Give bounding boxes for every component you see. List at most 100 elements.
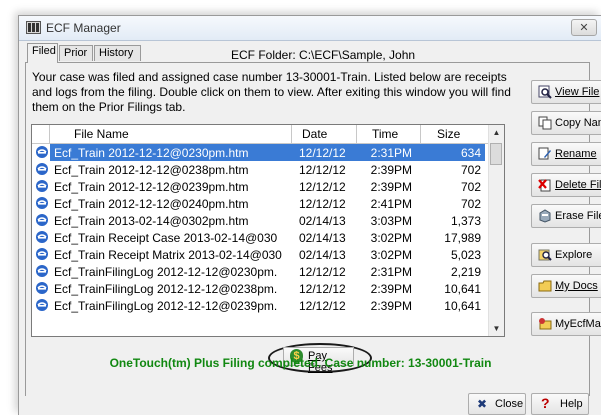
my-ecfmail-button[interactable]: MyEcfMail xyxy=(531,312,601,336)
help-label: Help xyxy=(560,398,583,410)
cell-time: 2:31PM xyxy=(370,145,412,160)
explore-button[interactable]: Explore xyxy=(531,243,601,267)
cell-time: 2:39PM xyxy=(370,162,412,177)
close-button[interactable]: ✖ Close xyxy=(468,393,526,415)
close-icon: ✖ xyxy=(477,397,488,411)
erase-files-button[interactable]: Erase Files xyxy=(531,204,601,228)
cell-time: 3:02PM xyxy=(370,247,412,262)
title-bar[interactable]: ECF Manager ✕ xyxy=(19,16,601,41)
ie-file-icon xyxy=(32,246,50,263)
scroll-thumb[interactable] xyxy=(490,143,502,165)
status-message: OneTouch(tm) Plus Filing completed. Case… xyxy=(109,356,492,370)
filings-list[interactable]: File Name Date Time Size Ecf_Train 2012-… xyxy=(31,124,505,337)
magnifier-icon xyxy=(538,85,552,99)
tab-filed-label: Filed xyxy=(32,45,56,57)
row-cells: Ecf_Train 2013-02-14@0302pm.htm 02/14/13 3… xyxy=(50,212,485,229)
cell-date: 12/12/12 xyxy=(299,145,346,160)
column-header-time[interactable]: Time xyxy=(357,125,421,143)
copy-name-label: Copy Name xyxy=(555,117,601,129)
cell-size: 702 xyxy=(460,179,481,194)
cell-time: 3:03PM xyxy=(370,213,412,228)
rename-icon xyxy=(538,147,551,160)
cell-size: 10,641 xyxy=(444,281,481,296)
my-docs-label: My Docs xyxy=(555,280,598,292)
help-button[interactable]: ? Help xyxy=(531,393,589,415)
cell-file-name: Ecf_TrainFilingLog 2012-12-12@0230pm. xyxy=(54,264,278,279)
delete-icon xyxy=(538,179,551,192)
copy-name-button[interactable]: Copy Name xyxy=(531,111,601,135)
delete-file-button[interactable]: Delete File xyxy=(531,173,601,197)
table-row[interactable]: Ecf_Train Receipt Matrix 2013-02-14@030 0… xyxy=(32,246,490,263)
app-icon xyxy=(26,21,41,34)
tab-history[interactable]: History xyxy=(94,45,141,61)
copy-icon xyxy=(538,116,552,130)
cell-time: 2:39PM xyxy=(370,281,412,296)
cell-size: 1,373 xyxy=(450,213,481,228)
row-cells: Ecf_TrainFilingLog 2012-12-12@0238pm. 12/… xyxy=(50,280,485,297)
row-cells: Ecf_Train 2012-12-12@0230pm.htm 12/12/12 2… xyxy=(50,144,485,161)
mail-icon xyxy=(539,318,552,330)
ie-file-icon xyxy=(32,280,50,297)
table-row[interactable]: Ecf_TrainFilingLog 2012-12-12@0230pm. 12/… xyxy=(32,263,490,280)
table-row[interactable]: Ecf_TrainFilingLog 2012-12-12@0239pm. 12/… xyxy=(32,297,490,314)
cell-size: 702 xyxy=(460,196,481,211)
cell-date: 12/12/12 xyxy=(299,281,346,296)
scroll-down-icon[interactable]: ▼ xyxy=(489,321,504,336)
cell-date: 12/12/12 xyxy=(299,162,346,177)
cell-size: 2,219 xyxy=(450,264,481,279)
row-cells: Ecf_Train 2012-12-12@0239pm.htm 12/12/12 2… xyxy=(50,178,485,195)
row-cells: Ecf_Train Receipt Case 2013-02-14@030 02/… xyxy=(50,229,485,246)
cell-file-name: Ecf_Train Receipt Matrix 2013-02-14@030 xyxy=(54,247,282,262)
filing-description: Your case was filed and assigned case nu… xyxy=(32,70,511,114)
cell-date: 02/14/13 xyxy=(299,230,346,245)
cell-file-name: Ecf_Train 2012-12-12@0239pm.htm xyxy=(54,179,249,194)
tab-prior-label: Prior xyxy=(64,47,88,59)
cell-size: 10,641 xyxy=(444,298,481,313)
table-row[interactable]: Ecf_Train 2012-12-12@0230pm.htm 12/12/12 2… xyxy=(32,144,490,161)
table-row[interactable]: Ecf_Train Receipt Case 2013-02-14@030 02/… xyxy=(32,229,490,246)
column-header-file-name[interactable]: File Name xyxy=(50,125,292,143)
row-cells: Ecf_TrainFilingLog 2012-12-12@0239pm. 12/… xyxy=(50,297,485,314)
tab-filed[interactable]: Filed xyxy=(27,43,58,63)
ie-file-icon xyxy=(32,195,50,212)
my-ecfmail-label: MyEcfMail xyxy=(555,318,601,330)
table-row[interactable]: Ecf_Train 2012-12-12@0238pm.htm 12/12/12 2… xyxy=(32,161,490,178)
cell-size: 17,989 xyxy=(444,230,481,245)
row-cells: Ecf_Train 2012-12-12@0238pm.htm 12/12/12 2… xyxy=(50,161,485,178)
delete-file-label: Delete File xyxy=(555,179,601,191)
tab-prior[interactable]: Prior xyxy=(59,45,93,61)
list-scrollbar[interactable]: ▲ ▼ xyxy=(488,125,504,336)
rename-button[interactable]: Rename xyxy=(531,142,601,166)
ecf-manager-window: ECF Manager ✕ Filed Prior History ECF Fo… xyxy=(18,15,601,415)
view-file-label: View File xyxy=(555,86,600,98)
cell-size: 702 xyxy=(460,162,481,177)
cell-date: 12/12/12 xyxy=(299,196,346,211)
view-file-button[interactable]: View File xyxy=(531,80,601,104)
list-header: File Name Date Time Size xyxy=(32,125,490,144)
column-header-date[interactable]: Date xyxy=(292,125,357,143)
cell-file-name: Ecf_Train 2012-12-12@0238pm.htm xyxy=(54,162,249,177)
window-close-icon[interactable]: ✕ xyxy=(571,19,597,36)
cell-time: 2:41PM xyxy=(370,196,412,211)
cell-file-name: Ecf_TrainFilingLog 2012-12-12@0239pm. xyxy=(54,298,278,313)
cell-time: 2:31PM xyxy=(370,264,412,279)
ecf-folder: ECF Folder: C:\ECF\Sample, John xyxy=(231,48,415,62)
cell-time: 2:39PM xyxy=(370,298,412,313)
ie-file-icon xyxy=(32,178,50,195)
table-row[interactable]: Ecf_Train 2013-02-14@0302pm.htm 02/14/13 3… xyxy=(32,212,490,229)
row-cells: Ecf_TrainFilingLog 2012-12-12@0230pm. 12/… xyxy=(50,263,485,280)
row-cells: Ecf_Train 2012-12-12@0240pm.htm 12/12/12 2… xyxy=(50,195,485,212)
cell-size: 634 xyxy=(460,145,481,160)
close-label: Close xyxy=(495,398,524,410)
ecf-folder-path: C:\ECF\Sample, John xyxy=(299,48,416,62)
cell-file-name: Ecf_Train Receipt Case 2013-02-14@030 xyxy=(54,230,278,245)
table-row[interactable]: Ecf_Train 2012-12-12@0239pm.htm 12/12/12 2… xyxy=(32,178,490,195)
my-docs-button[interactable]: My Docs xyxy=(531,274,601,298)
table-row[interactable]: Ecf_Train 2012-12-12@0240pm.htm 12/12/12 2… xyxy=(32,195,490,212)
cell-size: 5,023 xyxy=(450,247,481,262)
cell-file-name: Ecf_Train 2013-02-14@0302pm.htm xyxy=(54,213,249,228)
table-row[interactable]: Ecf_TrainFilingLog 2012-12-12@0238pm. 12/… xyxy=(32,280,490,297)
explore-icon xyxy=(538,249,552,261)
column-header-size[interactable]: Size xyxy=(421,125,485,143)
scroll-up-icon[interactable]: ▲ xyxy=(489,125,504,140)
